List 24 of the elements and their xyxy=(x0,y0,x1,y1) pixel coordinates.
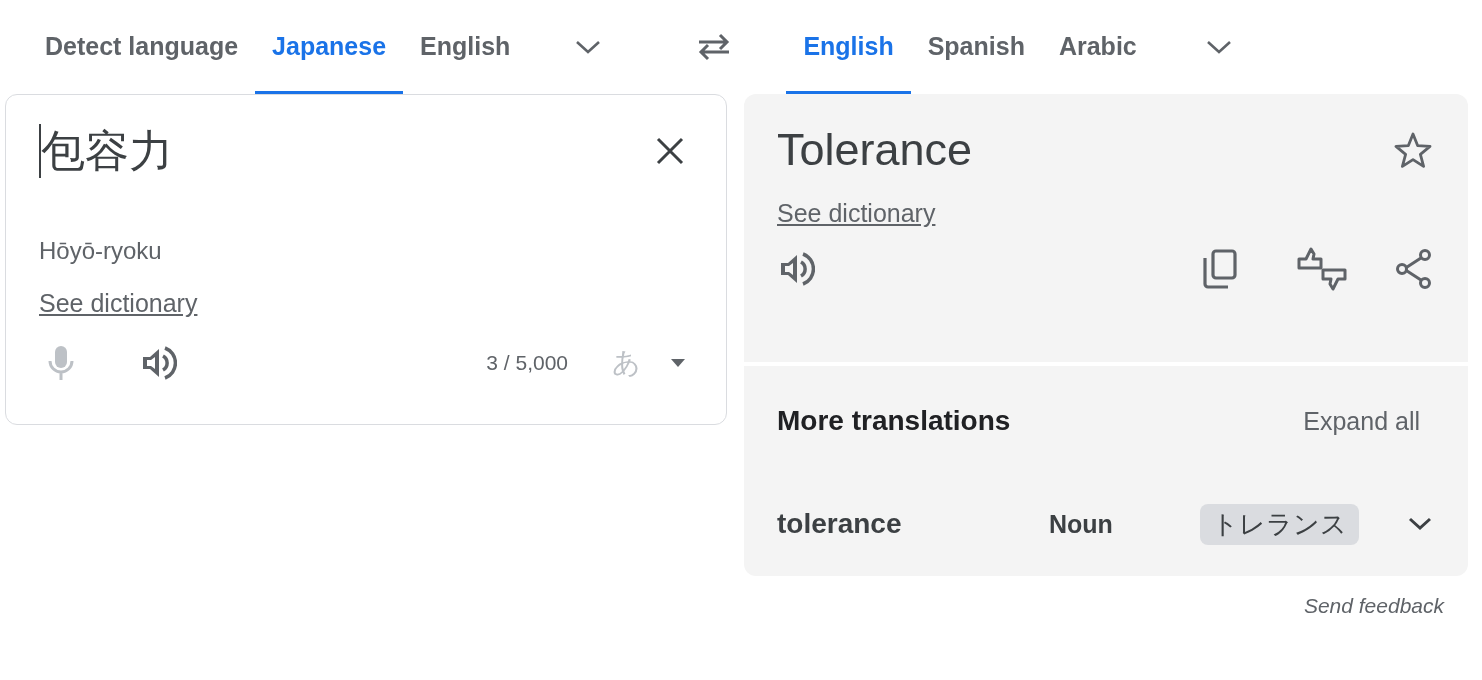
section-title: More translations xyxy=(777,405,1011,437)
source-text-field[interactable]: 包容力 xyxy=(39,121,173,181)
language-tab[interactable]: Detect language xyxy=(28,0,256,94)
rate-translation-icon[interactable] xyxy=(1296,246,1348,292)
language-tab[interactable]: English xyxy=(403,0,528,94)
send-feedback-link[interactable]: Send feedback xyxy=(1303,594,1444,618)
translation-word: tolerance xyxy=(777,508,903,540)
translation-text: Tolerance xyxy=(777,124,973,176)
see-dictionary-link[interactable]: See dictionary xyxy=(39,289,198,318)
see-dictionary-link[interactable]: See dictionary xyxy=(777,199,936,228)
character-count: 3 / 5,000 xyxy=(486,351,568,375)
language-tab[interactable]: Spanish xyxy=(910,0,1042,94)
language-tab[interactable]: Japanese xyxy=(255,0,404,94)
language-tab[interactable]: Arabic xyxy=(1041,0,1154,94)
back-translation-chip[interactable]: トレランス xyxy=(1200,503,1359,545)
star-icon[interactable] xyxy=(1394,132,1432,168)
chevron-down-icon[interactable] xyxy=(1408,517,1432,531)
close-icon[interactable] xyxy=(655,136,685,166)
romanization-text: Hōyō-ryoku xyxy=(39,237,163,265)
share-icon[interactable] xyxy=(1394,248,1434,290)
part-of-speech: Noun xyxy=(1049,509,1114,539)
expand-all-button[interactable]: Expand all xyxy=(1303,406,1420,436)
dropdown-icon[interactable] xyxy=(671,359,685,367)
copy-icon[interactable] xyxy=(1202,249,1238,289)
